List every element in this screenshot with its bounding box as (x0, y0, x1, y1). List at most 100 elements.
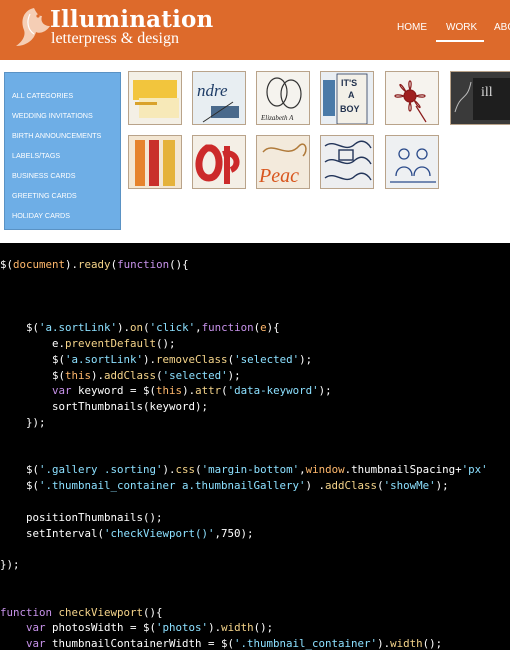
code-token: $( (0, 352, 66, 366)
code-line: $('a.sortLink').on('click',function(e){ (0, 320, 488, 336)
thumbnail-text: A (348, 90, 355, 100)
gallery-thumbnail[interactable] (385, 71, 439, 125)
code-line: }); (0, 415, 488, 431)
code-token: function (0, 605, 53, 619)
code-line: function checkViewport(){ (0, 605, 488, 621)
code-token: 'a.sortLink' (39, 321, 118, 335)
code-token: ); (227, 368, 241, 382)
code-token: on (130, 321, 144, 335)
nav-active-indicator (436, 40, 484, 42)
code-token: thumbnailContainerWidth = $( (45, 637, 235, 650)
code-token: ,750); (214, 526, 254, 540)
gallery-thumbnail[interactable] (128, 135, 182, 189)
gallery-thumbnail[interactable]: Elizabeth A (256, 71, 310, 125)
code-token: '.thumbnail_container a.thumbnailGallery… (39, 479, 306, 493)
code-token: }); (0, 415, 46, 429)
code-line: e.preventDefault(); (0, 336, 488, 352)
code-token: this (156, 384, 183, 398)
code-token: ). (65, 258, 79, 271)
code-line: }); (0, 557, 488, 573)
code-line: $('a.sortLink').removeClass('selected'); (0, 352, 488, 368)
code-token: 'checkViewport()' (104, 526, 215, 540)
code-line: var photosWidth = $('photos').width(); (0, 620, 488, 636)
code-token: ); (435, 479, 449, 493)
category-wedding-invitations[interactable]: WEDDING INVITATIONS (12, 111, 93, 120)
code-token: }); (0, 558, 20, 572)
orange-letters-thumbnail-image (129, 136, 181, 188)
gallery-thumbnail[interactable]: IT'S A BOY (320, 71, 374, 125)
code-line: setInterval('checkViewport()',750); (0, 526, 488, 542)
category-business-cards[interactable]: BUSINESS CARDS (12, 171, 76, 180)
code-token: (){ (143, 605, 163, 619)
code-token: removeClass (156, 352, 228, 366)
code-token: 'click' (149, 321, 196, 335)
code-token: 'showMe' (383, 479, 436, 493)
code-editor[interactable]: $(document).ready(function(){ $('a.sortL… (0, 243, 510, 650)
gallery-thumbnail[interactable] (385, 135, 439, 189)
shoes-thumbnail-image: Elizabeth A (257, 72, 309, 124)
code-token: addClass (104, 368, 157, 382)
code-token: photosWidth = $( (45, 621, 157, 635)
category-greeting-cards[interactable]: GREETING CARDS (12, 191, 77, 200)
code-token: checkViewport (58, 605, 144, 619)
site-header: Illumination letterpress & design HOME W… (0, 0, 510, 60)
gallery-thumbnail[interactable]: Peac (256, 135, 310, 189)
thumbnail-text: IT'S (341, 78, 357, 88)
gallery-thumbnail[interactable]: ill (450, 71, 510, 125)
nav-home[interactable]: HOME (397, 22, 427, 33)
thumbnail-text: ndre (197, 81, 228, 100)
thumbnail-text: BOY (340, 104, 360, 114)
code-token: ready (78, 258, 111, 271)
code-token: 'selected' (234, 352, 300, 366)
code-token: $( (0, 463, 40, 477)
code-line: positionThumbnails(); (0, 510, 488, 526)
category-birth-announcements[interactable]: BIRTH ANNOUNCEMENTS (12, 131, 101, 140)
code-token: positionThumbnails(); (0, 510, 163, 524)
code-token: ). (117, 321, 131, 335)
gallery-thumbnail[interactable] (320, 135, 374, 189)
blue-figures-thumbnail-image (386, 136, 438, 188)
category-labels-tags[interactable]: LABELS/TAGS (12, 151, 60, 160)
its-a-boy-thumbnail-image: IT'S A BOY (321, 72, 373, 124)
code-token: (){ (169, 258, 189, 271)
code-token: '.gallery .sorting' (39, 463, 163, 477)
code-token: preventDefault (65, 336, 157, 350)
category-holiday-cards[interactable]: HOLIDAY CARDS (12, 211, 70, 220)
category-all[interactable]: ALL CATEGORIES (12, 91, 73, 100)
code-token: ){ (266, 321, 280, 335)
code-token: 'a.sortLink' (65, 352, 144, 366)
gallery-thumbnail[interactable] (128, 71, 182, 125)
nav-about[interactable]: ABO (494, 22, 510, 33)
code-token: $( (0, 321, 40, 335)
code-token: '.thumbnail_container' (234, 637, 378, 650)
code-token: sortThumbnails(keyword); (0, 400, 209, 414)
code-token: (); (422, 637, 443, 650)
gallery-thumbnail[interactable]: ndre (192, 71, 246, 125)
code-token: 'margin-bottom' (201, 463, 300, 477)
thumbnail-text: Peac (258, 165, 299, 187)
code-token: ); (299, 352, 313, 366)
code-token: ). (143, 352, 157, 366)
nav-work[interactable]: WORK (446, 22, 477, 33)
code-token: var (52, 384, 72, 398)
code-content: $(document).ready(function(){ $('a.sortL… (0, 257, 488, 650)
main-nav: HOME WORK ABO (0, 0, 510, 60)
gallery-thumbnail[interactable] (192, 135, 246, 189)
code-token: $( (0, 479, 40, 493)
peace-card-thumbnail-image: Peac (257, 136, 309, 188)
code-line: $(document).ready(function(){ (0, 257, 488, 273)
code-token: ). (91, 368, 105, 382)
code-token: ); (318, 384, 332, 398)
thumbnail-text: Elizabeth A (260, 114, 294, 122)
code-token: (); (253, 621, 274, 635)
code-token: 'selected' (162, 368, 228, 382)
wedding-invite-thumbnail-image: ndre (193, 72, 245, 124)
code-token: e. (0, 336, 66, 350)
code-token: keyword = $( (71, 384, 157, 398)
